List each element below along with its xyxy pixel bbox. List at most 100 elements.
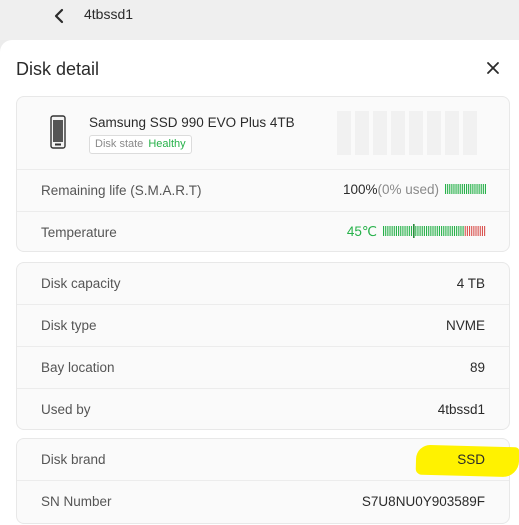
temperature-gauge-tick bbox=[481, 226, 483, 236]
life-bar-tick bbox=[480, 184, 482, 194]
temperature-gauge bbox=[383, 224, 486, 238]
temperature-gauge-tick bbox=[458, 226, 460, 236]
remaining-life-row: Remaining life (S.M.A.R.T) 100%(0% used) bbox=[17, 170, 509, 212]
decorative-bars bbox=[337, 111, 477, 155]
temperature-gauge-tick bbox=[464, 226, 466, 236]
disk-type-row: Disk type NVME bbox=[17, 305, 509, 347]
temperature-gauge-tick bbox=[410, 226, 413, 236]
temperature-gauge-tick bbox=[438, 226, 440, 236]
life-bar-tick bbox=[478, 184, 480, 194]
temperature-gauge-tick bbox=[447, 226, 449, 236]
sn-number-row: SN Number S7U8NU0Y903589F bbox=[17, 481, 509, 523]
temperature-gauge-tick bbox=[453, 226, 456, 236]
temperature-gauge-tick bbox=[451, 226, 453, 236]
disk-state-value: Healthy bbox=[148, 138, 186, 150]
temperature-gauge-tick bbox=[385, 226, 387, 236]
disk-type-value: NVME bbox=[445, 318, 485, 333]
temperature-gauge-tick bbox=[408, 226, 410, 236]
temperature-gauge-tick bbox=[434, 226, 436, 236]
used-by-value: 4tbssd1 bbox=[437, 402, 485, 417]
temperature-gauge-tick bbox=[415, 226, 417, 236]
temperature-gauge-tick bbox=[395, 226, 397, 236]
temperature-gauge-tick bbox=[391, 226, 393, 236]
temperature-gauge-tick bbox=[400, 226, 402, 236]
temperature-gauge-tick bbox=[484, 226, 486, 236]
temperature-gauge-tick bbox=[404, 226, 406, 236]
disk-health-card: Samsung SSD 990 EVO Plus 4TB Disk state … bbox=[16, 96, 510, 252]
remaining-life-used: (0% used) bbox=[377, 182, 439, 197]
temperature-gauge-tick bbox=[456, 226, 458, 236]
temperature-gauge-tick bbox=[460, 226, 462, 236]
temperature-gauge-tick bbox=[471, 226, 473, 236]
life-bar-tick bbox=[468, 184, 470, 194]
life-bar-tick bbox=[455, 184, 457, 194]
temperature-gauge-tick bbox=[477, 226, 479, 236]
life-bar-tick bbox=[463, 184, 465, 194]
temperature-gauge-tick bbox=[406, 226, 408, 236]
page-title: 4tbssd1 bbox=[84, 6, 134, 22]
used-by-label: Used by bbox=[41, 402, 91, 417]
top-bar: 4tbssd1 bbox=[0, 0, 519, 40]
sn-number-value: S7U8NU0Y903589F bbox=[361, 494, 485, 509]
disk-header: Samsung SSD 990 EVO Plus 4TB Disk state … bbox=[17, 97, 509, 170]
life-bar-tick bbox=[482, 184, 484, 194]
temperature-gauge-tick bbox=[417, 226, 419, 236]
used-by-row: Used by 4tbssd1 bbox=[17, 389, 509, 431]
temperature-gauge-tick bbox=[469, 226, 471, 236]
panel-title: Disk detail bbox=[16, 59, 100, 79]
temperature-gauge-tick bbox=[428, 226, 430, 236]
temperature-label: Temperature bbox=[41, 225, 117, 240]
temperature-gauge-tick bbox=[423, 226, 425, 236]
life-bar-tick bbox=[445, 184, 447, 194]
remaining-life-label: Remaining life (S.M.A.R.T) bbox=[41, 183, 202, 198]
life-bar-tick bbox=[459, 184, 461, 194]
bay-location-row: Bay location 89 bbox=[17, 347, 509, 389]
temperature-gauge-tick bbox=[421, 226, 423, 236]
disk-info-card: Disk capacity 4 TB Disk type NVME Bay lo… bbox=[16, 262, 510, 430]
disk-detail-panel: Disk detail Samsung SSD 990 EVO Plus 4TB… bbox=[0, 40, 519, 525]
temperature-gauge-tick bbox=[443, 226, 445, 236]
disk-capacity-label: Disk capacity bbox=[41, 276, 121, 291]
close-icon[interactable] bbox=[484, 59, 502, 77]
temperature-gauge-tick bbox=[387, 226, 389, 236]
temperature-gauge-tick bbox=[436, 226, 438, 236]
temperature-row: Temperature 45℃ bbox=[17, 212, 509, 254]
life-bar-tick bbox=[484, 184, 486, 194]
life-bar-tick bbox=[476, 184, 478, 194]
disk-model-name: Samsung SSD 990 EVO Plus 4TB bbox=[89, 115, 295, 130]
bay-location-label: Bay location bbox=[41, 360, 115, 375]
disk-brand-value: SSD bbox=[457, 452, 485, 467]
temperature-gauge-tick bbox=[445, 226, 447, 236]
life-bar-tick bbox=[474, 184, 476, 194]
temperature-gauge-tick bbox=[402, 226, 404, 236]
temperature-gauge-tick bbox=[430, 226, 432, 236]
temperature-gauge-tick bbox=[419, 226, 421, 236]
temperature-gauge-tick bbox=[393, 226, 395, 236]
bay-location-value: 89 bbox=[469, 360, 485, 375]
temperature-value: 45℃ bbox=[346, 224, 377, 239]
temperature-gauge-tick bbox=[479, 226, 481, 236]
life-bar-tick bbox=[461, 184, 463, 194]
life-bar-tick bbox=[447, 184, 449, 194]
life-bar-tick bbox=[457, 184, 459, 194]
temperature-gauge-tick bbox=[383, 226, 385, 236]
temperature-marker bbox=[413, 224, 415, 238]
life-bar-tick bbox=[470, 184, 472, 194]
disk-state-badge: Disk state Healthy bbox=[89, 135, 192, 154]
temperature-gauge-tick bbox=[475, 226, 477, 236]
chevron-left-icon[interactable] bbox=[50, 6, 70, 26]
disk-state-label: Disk state bbox=[95, 138, 144, 150]
temperature-gauge-tick bbox=[441, 226, 443, 236]
temperature-gauge-tick bbox=[473, 226, 475, 236]
temperature-gauge-tick bbox=[389, 226, 391, 236]
life-bar-tick bbox=[451, 184, 453, 194]
temperature-gauge-tick bbox=[462, 226, 464, 236]
temperature-gauge-tick bbox=[449, 226, 451, 236]
life-bar-tick bbox=[453, 184, 455, 194]
temperature-gauge-tick bbox=[432, 226, 434, 236]
temperature-gauge-tick bbox=[466, 226, 468, 236]
ssd-icon bbox=[50, 115, 66, 149]
remaining-life-value: 100%(0% used) bbox=[343, 170, 439, 210]
sn-number-label: SN Number bbox=[41, 494, 112, 509]
life-bar-tick bbox=[472, 184, 474, 194]
